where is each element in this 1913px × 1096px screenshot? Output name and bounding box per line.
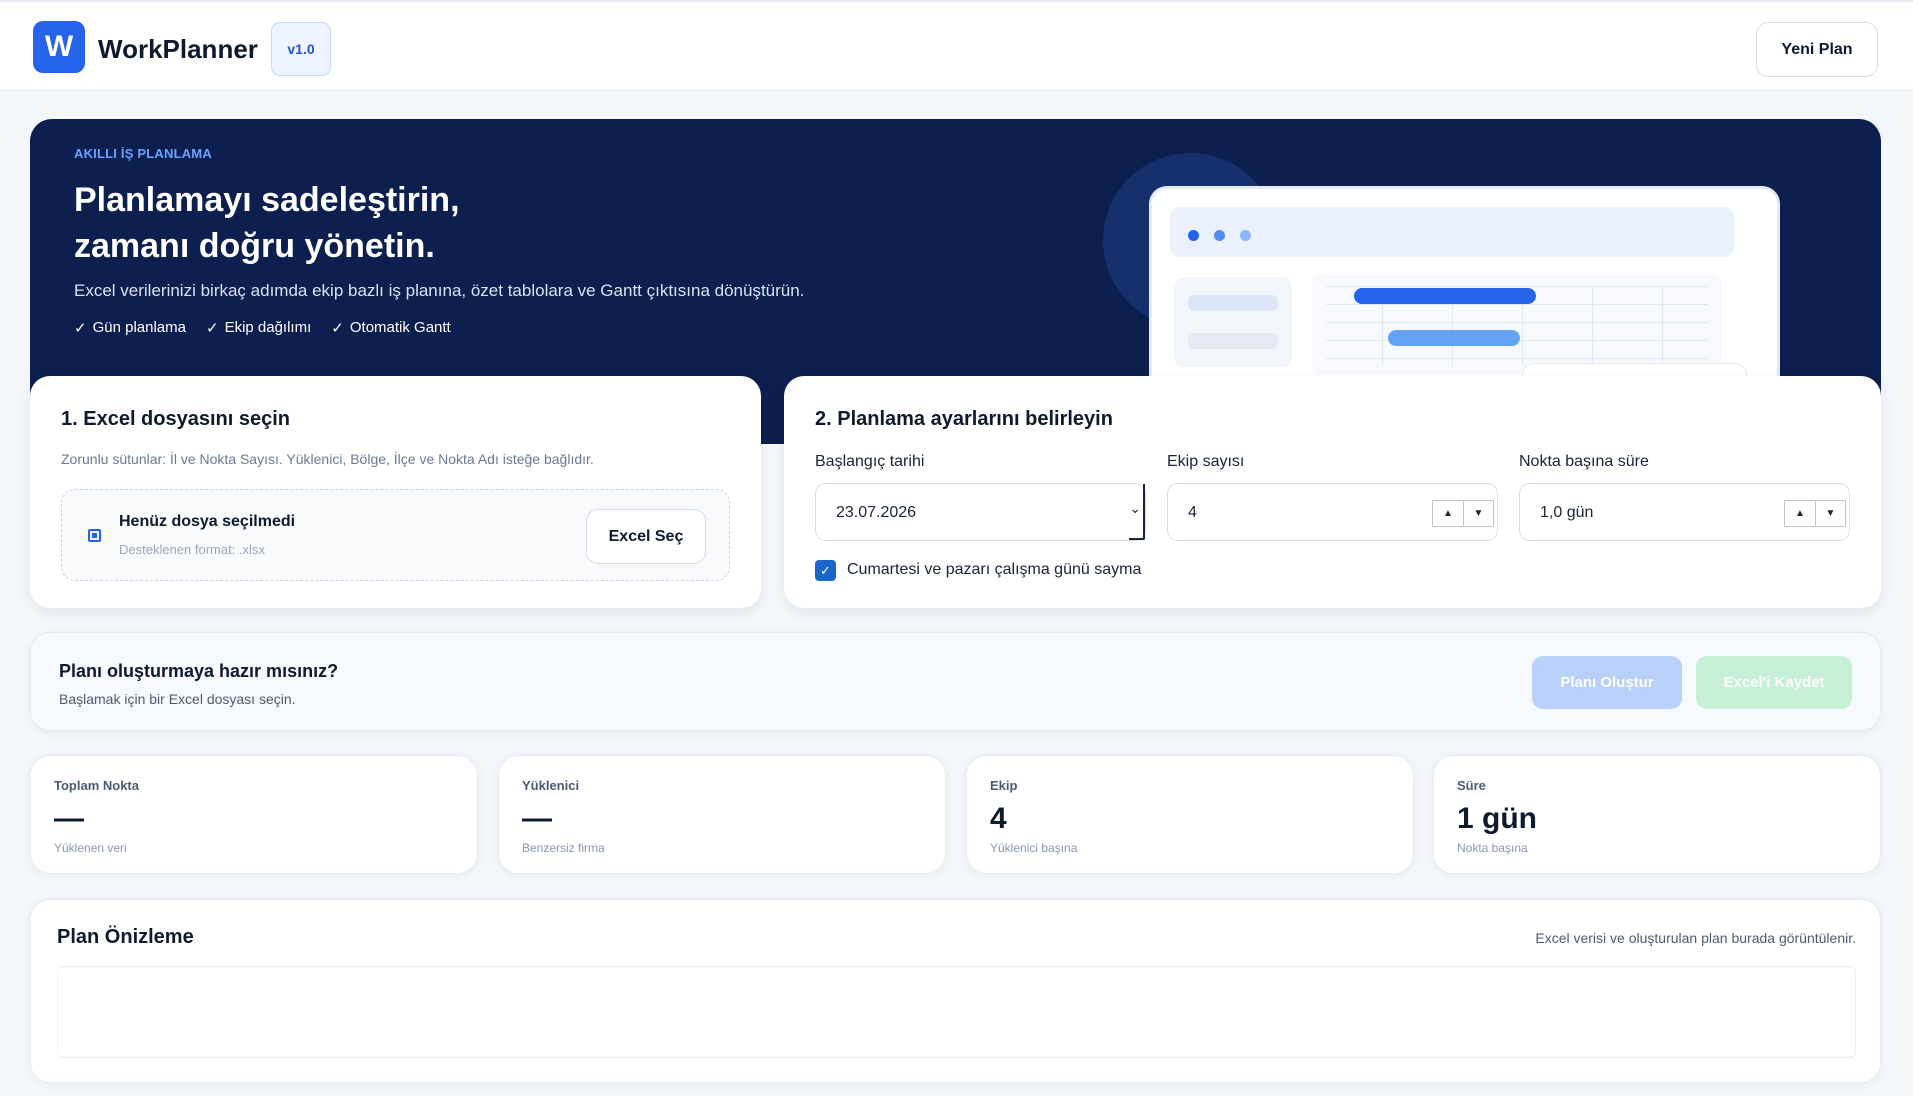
increment-arrow-icon[interactable]: ▲ <box>1784 500 1815 527</box>
stat-card-team: Ekip 4 Yüklenici başına <box>966 755 1414 874</box>
duration-stepper[interactable]: 1,0 gün ▲ ▼ <box>1519 483 1850 541</box>
stat-value: 4 <box>990 802 1007 835</box>
window-dot-icon <box>1214 230 1225 241</box>
stat-caption: Yüklenen veri <box>54 841 127 855</box>
upload-card-description: Zorunlu sütunlar: İl ve Nokta Sayısı. Yü… <box>61 451 594 467</box>
duration-value: 1,0 gün <box>1540 504 1594 521</box>
stat-label: Ekip <box>990 778 1018 793</box>
stat-caption: Nokta başına <box>1457 841 1528 855</box>
duration-controls: ▲ ▼ <box>1784 500 1846 527</box>
upload-card-title: 1. Excel dosyasını seçin <box>61 408 291 430</box>
save-excel-button[interactable]: Excel'i Kaydet <box>1696 656 1852 709</box>
new-plan-button[interactable]: Yeni Plan <box>1756 22 1878 77</box>
settings-card: 2. Planlama ayarlarını belirleyin Başlan… <box>784 376 1881 608</box>
weekend-checkbox[interactable]: ✓ <box>815 560 836 581</box>
hero-subtitle: Excel verilerinizi birkaç adımda ekip ba… <box>74 281 805 300</box>
grid-line <box>1326 358 1708 359</box>
window-dot-icon <box>1240 230 1251 241</box>
top-bar: W WorkPlanner v1.0 Yeni Plan <box>0 0 1913 91</box>
illustration-sidebar <box>1174 277 1292 367</box>
ready-subtitle: Başlamak için bir Excel dosyası seçin. <box>59 691 296 707</box>
stat-card-contractor: Yüklenici — Benzersiz firma <box>498 755 946 874</box>
file-dropzone[interactable]: Henüz dosya seçilmedi Desteklenen format… <box>61 489 730 581</box>
illustration-pill <box>1188 295 1278 311</box>
preview-table-area[interactable] <box>57 966 1856 1058</box>
upload-card: 1. Excel dosyasını seçin Zorunlu sütunla… <box>30 376 761 608</box>
gantt-bar <box>1354 288 1536 304</box>
plan-preview-card: Plan Önizleme Excel verisi ve oluşturula… <box>30 899 1881 1083</box>
grid-line <box>1326 286 1708 287</box>
hero-feature-list: ✓ Gün planlama ✓ Ekip dağılımı ✓ Otomatik G… <box>74 319 451 337</box>
duration-label: Nokta başına süre <box>1519 453 1649 470</box>
ready-title: Planı oluşturmaya hazır mısınız? <box>59 661 339 681</box>
stat-card-total-points: Toplam Nokta — Yüklenen veri <box>30 755 478 874</box>
hero-feature: ✓ Gün planlama <box>74 319 186 337</box>
team-count-controls: ▲ ▼ <box>1432 500 1494 527</box>
create-plan-button[interactable]: Planı Oluştur <box>1532 656 1682 709</box>
team-count-label: Ekip sayısı <box>1167 453 1245 470</box>
weekend-checkbox-label: Cumartesi ve pazarı çalışma günü sayma <box>847 561 1142 578</box>
start-date-value: 23.07.2026 <box>836 504 917 521</box>
team-count-value: 4 <box>1188 504 1197 521</box>
gantt-bar <box>1388 330 1520 346</box>
check-icon: ✓ <box>331 320 344 337</box>
grid-line <box>1662 286 1663 366</box>
file-format-hint: Desteklenen format: .xlsx <box>119 542 265 557</box>
illustration-gantt <box>1312 274 1722 374</box>
window-dot-icon <box>1188 230 1199 241</box>
hero-feature: ✓ Otomatik Gantt <box>331 319 451 337</box>
start-date-label: Başlangıç tarihi <box>815 453 925 470</box>
stat-caption: Benzersiz firma <box>522 841 605 855</box>
version-badge: v1.0 <box>271 22 331 76</box>
checkmark-icon: ✓ <box>820 562 831 578</box>
team-count-stepper[interactable]: 4 ▲ ▼ <box>1167 483 1498 541</box>
decrement-arrow-icon[interactable]: ▼ <box>1463 500 1494 527</box>
select-excel-button[interactable]: Excel Seç <box>586 509 706 564</box>
grid-line <box>1326 304 1708 305</box>
settings-card-title: 2. Planlama ayarlarını belirleyin <box>815 408 1113 430</box>
stat-value: 1 gün <box>1457 802 1537 835</box>
check-icon: ✓ <box>74 320 87 337</box>
app-logo: W <box>33 21 85 73</box>
app-name: WorkPlanner <box>98 34 258 64</box>
stat-label: Toplam Nokta <box>54 778 139 793</box>
start-date-select[interactable]: 23.07.2026 ⌄ <box>815 483 1146 541</box>
check-icon: ✓ <box>205 320 219 337</box>
illustration-pill <box>1188 333 1278 349</box>
decrement-arrow-icon[interactable]: ▼ <box>1815 500 1846 527</box>
stat-caption: Yüklenici başına <box>990 841 1078 855</box>
file-icon <box>88 529 101 542</box>
preview-title: Plan Önizleme <box>57 926 194 948</box>
preview-note: Excel verisi ve oluşturulan plan burada … <box>1535 930 1856 946</box>
ready-card: Planı oluşturmaya hazır mısınız? Başlama… <box>30 632 1881 731</box>
hero-feature: ✓ Ekip dağılımı <box>205 319 312 337</box>
grid-line <box>1326 322 1708 323</box>
hero-title-line-2: zamanı doğru yönetin. <box>74 227 435 265</box>
stat-card-duration: Süre 1 gün Nokta başına <box>1433 755 1881 874</box>
stat-value: — <box>54 802 84 835</box>
hero-eyebrow: AKILLI İŞ PLANLAMA <box>74 146 212 161</box>
stat-label: Yüklenici <box>522 778 580 793</box>
stat-label: Süre <box>1457 778 1486 793</box>
grid-line <box>1592 286 1593 366</box>
file-status: Henüz dosya seçilmedi <box>119 513 296 530</box>
hero-title-line-1: Planlamayı sadeleştirin, <box>74 181 460 219</box>
select-edge <box>1129 484 1145 540</box>
increment-arrow-icon[interactable]: ▲ <box>1432 500 1463 527</box>
hero-title: Planlamayı sadeleştirin, zamanı doğru yö… <box>74 177 460 269</box>
stat-value: — <box>522 802 552 835</box>
illustration-window-bar <box>1170 207 1734 257</box>
